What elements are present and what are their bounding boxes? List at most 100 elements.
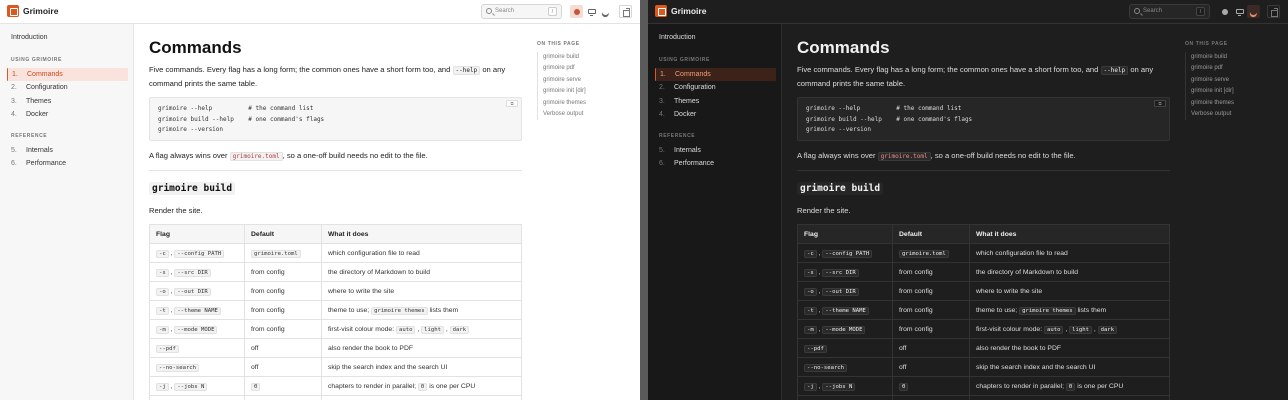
sidebar-item-commands[interactable]: 1. Commands [655, 68, 776, 81]
table-row: --pdf off also render the book to PDF [149, 338, 522, 358]
search-box[interactable]: Search / [481, 4, 562, 19]
table-row: -c , --config PATH grimoire.toml which c… [149, 243, 522, 263]
toc-item[interactable]: grimoire init [dir] [543, 86, 637, 97]
light-mode-button[interactable] [570, 5, 583, 18]
sidebar-item-configuration[interactable]: 2. Configuration [655, 81, 776, 94]
flag-cell: -o , --out DIR [149, 281, 245, 301]
search-placeholder: Search [1143, 8, 1163, 14]
dark-mode-button[interactable] [599, 5, 612, 18]
auto-mode-button[interactable] [585, 5, 598, 18]
sidebar-item-number: 2. [11, 84, 17, 91]
description-cell: also render the book to PDF [969, 338, 1170, 358]
sidebar-item-docker[interactable]: 4. Docker [655, 108, 776, 121]
table-row: -t , --theme NAME from config theme to u… [797, 300, 1170, 320]
inline-code: grimoire.toml [877, 152, 931, 161]
toc-item[interactable]: grimoire pdf [1191, 63, 1285, 74]
sidebar-item-configuration[interactable]: 2. Configuration [7, 81, 128, 94]
toc-item[interactable]: Verbose output [543, 109, 637, 120]
description-cell: where to write the site [969, 281, 1170, 301]
inline-code: --no-search [156, 363, 200, 372]
toc-item[interactable]: grimoire build [543, 52, 637, 63]
default-cell: from config [244, 262, 322, 282]
light-mode-button[interactable] [1218, 5, 1231, 18]
dark-mode-pane: Grimoire Search / Introduction USING GRI… [648, 0, 1288, 400]
brand-title[interactable]: Grimoire [671, 6, 706, 16]
section-heading: grimoire build [797, 182, 884, 195]
sidebar-item-label: Docker [26, 111, 49, 118]
description-cell: also render the book to PDF [321, 338, 522, 358]
inline-code: --mode MODE [822, 325, 866, 334]
sidebar-item-number: 5. [659, 147, 665, 154]
sidebar-item-themes[interactable]: 3. Themes [655, 95, 776, 108]
toc-item[interactable]: grimoire serve [1191, 75, 1285, 86]
sidebar-item-themes[interactable]: 3. Themes [7, 95, 128, 108]
default-cell: from config [892, 281, 970, 301]
inline-code: dark [449, 325, 470, 334]
toc-item[interactable]: grimoire pdf [543, 63, 637, 74]
sidebar-item-label: Commands [27, 71, 63, 78]
sidebar-item-internals[interactable]: 5. Internals [655, 144, 776, 157]
table-header: What it does [321, 224, 522, 244]
table-row: -j , --jobs N 0 chapters to render in pa… [797, 376, 1170, 396]
sidebar-section-title: REFERENCE [11, 133, 48, 139]
sidebar-item-number: 6. [11, 160, 17, 167]
toc-item[interactable]: grimoire themes [543, 98, 637, 109]
inline-code: auto [396, 325, 416, 334]
flag-note-text: , so a one-off build needs no edit to th… [930, 151, 1076, 160]
flag-cell: -s , --src DIR [149, 262, 245, 282]
flag-cell: -s , --src DIR [797, 262, 893, 282]
dark-mode-button[interactable] [1247, 5, 1260, 18]
table-of-contents: ON THIS PAGE grimoire build grimoire pdf… [537, 41, 637, 121]
sidebar-item-label: Themes [26, 98, 52, 105]
external-link-button[interactable] [619, 5, 632, 18]
sidebar-item-commands[interactable]: 1. Commands [7, 68, 128, 81]
toc-item[interactable]: grimoire serve [543, 75, 637, 86]
flags-table: Flag Default What it does -c , --config … [797, 224, 1170, 400]
sidebar-item-internals[interactable]: 5. Internals [7, 144, 128, 157]
flag-cell: -m , --mode MODE [149, 319, 245, 339]
inline-code: -j [156, 382, 169, 391]
description-cell: chapters to render in parallel; 0 is one… [969, 376, 1170, 396]
sidebar-item-performance[interactable]: 6. Performance [655, 157, 776, 170]
inline-code: -t [804, 306, 817, 315]
sidebar-item-number: 4. [659, 111, 665, 118]
grimoire-logo-icon[interactable] [7, 5, 19, 17]
external-link-button[interactable] [1267, 5, 1280, 18]
sidebar-item-label: Commands [675, 71, 711, 78]
inline-code: grimoire themes [1019, 306, 1076, 315]
description-text: first-visit colour mode: [328, 325, 395, 333]
toc-item[interactable]: Verbose output [1191, 109, 1285, 120]
grimoire-logo-icon[interactable] [655, 5, 667, 17]
flag-note-paragraph: A flag always wins over grimoire.toml, s… [149, 150, 522, 164]
code-line: grimoire build --help # one command's fl… [806, 116, 973, 123]
default-cell: from config [244, 300, 322, 320]
sidebar-item-introduction[interactable]: Introduction [11, 34, 48, 41]
section-description: Render the site. [797, 206, 851, 215]
toc-item[interactable]: grimoire build [1191, 52, 1285, 63]
monitor-icon [1235, 8, 1244, 16]
brand-title[interactable]: Grimoire [23, 6, 58, 16]
auto-mode-button[interactable] [1233, 5, 1246, 18]
copy-code-button[interactable]: ⧉ [1154, 100, 1166, 107]
sidebar-item-label: Configuration [26, 84, 68, 91]
inline-code: -o [804, 287, 817, 296]
sidebar-item-docker[interactable]: 4. Docker [7, 108, 128, 121]
table-row: -o , --out DIR from config where to writ… [797, 281, 1170, 301]
toc-item[interactable]: grimoire themes [1191, 98, 1285, 109]
search-box[interactable]: Search / [1129, 4, 1210, 19]
sidebar-item-performance[interactable]: 6. Performance [7, 157, 128, 170]
code-block: grimoire --help # the command list grimo… [149, 97, 522, 141]
search-icon [486, 8, 492, 14]
toc-title: ON THIS PAGE [537, 41, 580, 47]
intro-text: Five commands. Every flag has a long for… [797, 65, 1099, 74]
inline-code: light [421, 325, 444, 334]
toc-item[interactable]: grimoire init [dir] [1191, 86, 1285, 97]
inline-code: auto [1044, 325, 1064, 334]
search-shortcut-key: / [1196, 7, 1205, 16]
flag-cell: -c , --config PATH [797, 243, 893, 263]
default-cell: grimoire.toml [892, 243, 970, 263]
table-row: -m , --mode MODE from config first-visit… [797, 319, 1170, 339]
copy-code-button[interactable]: ⧉ [506, 100, 518, 107]
sidebar-item-introduction[interactable]: Introduction [659, 34, 696, 41]
inline-code: --jobs N [822, 382, 856, 391]
